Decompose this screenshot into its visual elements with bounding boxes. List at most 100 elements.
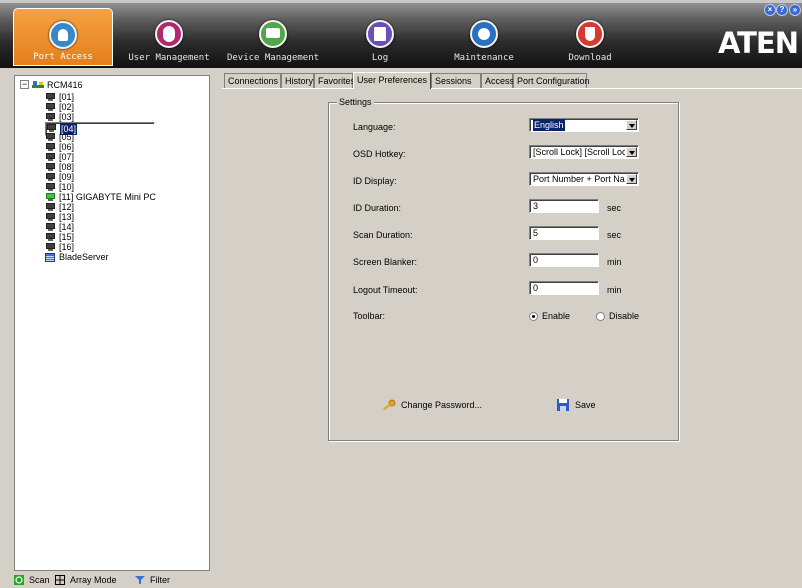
port-label: [01] bbox=[59, 92, 75, 102]
chevron-down-icon[interactable] bbox=[626, 147, 637, 157]
nav-label: Device Management bbox=[226, 53, 320, 63]
tab-user-preferences[interactable]: User Preferences bbox=[353, 72, 431, 89]
filter-icon bbox=[135, 576, 145, 584]
screen-blanker-input[interactable]: 0 bbox=[529, 253, 599, 267]
logout-timeout-input[interactable]: 0 bbox=[529, 281, 599, 295]
language-label: Language: bbox=[353, 122, 396, 132]
toolbar-disable-radio[interactable] bbox=[596, 312, 605, 321]
computer-icon bbox=[45, 103, 56, 111]
scan-icon bbox=[14, 575, 24, 585]
screen-blanker-label: Screen Blanker: bbox=[353, 257, 418, 267]
port-label: [13] bbox=[59, 212, 75, 222]
computer-icon bbox=[45, 143, 56, 151]
collapse-toggle[interactable]: − bbox=[20, 80, 29, 89]
port-label: [11] GIGABYTE Mini PC bbox=[59, 192, 156, 202]
download-icon bbox=[576, 20, 604, 48]
computer-icon bbox=[46, 124, 57, 132]
array-mode-label: Array Mode bbox=[70, 575, 117, 585]
scan-label: Scan bbox=[29, 575, 50, 585]
nav-port-access[interactable]: Port Access bbox=[13, 8, 113, 66]
tab-history[interactable]: History bbox=[281, 73, 314, 89]
network-icon bbox=[32, 81, 44, 88]
filter-label: Filter bbox=[150, 575, 170, 585]
log-icon bbox=[366, 20, 394, 48]
tab-sessions[interactable]: Sessions bbox=[431, 73, 481, 89]
settings-legend: Settings bbox=[337, 97, 374, 107]
nav-maintenance[interactable]: Maintenance bbox=[434, 8, 534, 66]
computer-icon bbox=[45, 203, 56, 211]
toolbar-disable-label[interactable]: Disable bbox=[609, 311, 639, 321]
nav-log[interactable]: Log bbox=[330, 8, 430, 66]
nav-device-management[interactable]: Device Management bbox=[223, 8, 323, 66]
computer-icon bbox=[45, 113, 56, 121]
blade-server-label: BladeServer bbox=[59, 252, 109, 262]
id-duration-input[interactable]: 3 bbox=[529, 199, 599, 213]
toolbar-label: Toolbar: bbox=[353, 311, 386, 321]
scan-duration-input[interactable]: 5 bbox=[529, 226, 599, 240]
computer-icon bbox=[45, 133, 56, 141]
tab-port-configuration[interactable]: Port Configuration bbox=[513, 73, 590, 89]
nav-download[interactable]: Download bbox=[540, 8, 640, 66]
computer-icon bbox=[45, 163, 56, 171]
port-label: [03] bbox=[59, 112, 75, 122]
logout-icon[interactable]: » bbox=[789, 4, 801, 16]
nav-label: Log bbox=[371, 53, 389, 63]
tab-access[interactable]: Access bbox=[481, 73, 514, 89]
screen-blanker-unit: min bbox=[607, 257, 622, 267]
change-password-label: Change Password... bbox=[401, 400, 483, 410]
computer-icon bbox=[45, 223, 56, 231]
tab-favorites[interactable]: Favorites bbox=[314, 73, 355, 89]
chevron-down-icon[interactable] bbox=[626, 174, 637, 184]
port-label: [14] bbox=[59, 222, 75, 232]
port-label: [08] bbox=[59, 162, 75, 172]
nav-label: User Management bbox=[128, 53, 210, 63]
save-label: Save bbox=[575, 400, 596, 410]
osd-hotkey-value: [Scroll Lock] [Scroll Loc bbox=[533, 147, 625, 157]
nav-label: Maintenance bbox=[454, 53, 514, 63]
top-toolbar: Port Access User Management Device Manag… bbox=[0, 0, 802, 68]
computer-icon bbox=[45, 173, 56, 181]
toolbar-enable-radio[interactable] bbox=[529, 312, 538, 321]
close-icon[interactable]: × bbox=[764, 4, 776, 16]
computer-icon bbox=[45, 93, 56, 101]
computer-icon bbox=[45, 243, 56, 251]
port-access-icon bbox=[49, 21, 77, 49]
id-display-value: Port Number + Port Nam bbox=[533, 174, 625, 184]
chevron-down-icon[interactable] bbox=[626, 120, 637, 130]
language-value: English bbox=[533, 119, 565, 131]
id-display-label: ID Display: bbox=[353, 176, 397, 186]
device-management-icon bbox=[259, 20, 287, 48]
tab-connections[interactable]: Connections bbox=[224, 73, 281, 89]
maintenance-icon bbox=[470, 20, 498, 48]
port-label: [07] bbox=[59, 152, 75, 162]
help-icon[interactable]: ? bbox=[776, 4, 788, 16]
tree-root-label: RCM416 bbox=[47, 80, 83, 90]
port-label: [10] bbox=[59, 182, 75, 192]
computer-icon bbox=[45, 183, 56, 191]
logout-timeout-label: Logout Timeout: bbox=[353, 285, 418, 295]
scan-duration-label: Scan Duration: bbox=[353, 230, 413, 240]
toolbar-enable-label[interactable]: Enable bbox=[542, 311, 570, 321]
id-duration-label: ID Duration: bbox=[353, 203, 402, 213]
aten-logo: ATEN bbox=[717, 26, 799, 60]
nav-label: Port Access bbox=[33, 52, 93, 62]
key-icon bbox=[383, 399, 396, 411]
port-label: [02] bbox=[59, 102, 75, 112]
port-label: [12] bbox=[59, 202, 75, 212]
port-label: [09] bbox=[59, 172, 75, 182]
osd-hotkey-label: OSD Hotkey: bbox=[353, 149, 406, 159]
osd-hotkey-select[interactable]: [Scroll Lock] [Scroll Loc bbox=[529, 145, 639, 159]
language-select[interactable]: English bbox=[529, 118, 639, 132]
logout-timeout-unit: min bbox=[607, 285, 622, 295]
port-label: [15] bbox=[59, 232, 75, 242]
computer-icon bbox=[45, 213, 56, 221]
computer-online-icon bbox=[45, 193, 56, 201]
port-tree[interactable]: − RCM416 [01] [02] [03] [04] [05] [06] [… bbox=[14, 75, 210, 571]
nav-user-management[interactable]: User Management bbox=[119, 8, 219, 66]
port-label: [06] bbox=[59, 142, 75, 152]
computer-icon bbox=[45, 233, 56, 241]
user-management-icon bbox=[155, 20, 183, 48]
id-display-select[interactable]: Port Number + Port Nam bbox=[529, 172, 639, 186]
id-duration-unit: sec bbox=[607, 203, 622, 213]
nav-label: Download bbox=[568, 53, 612, 63]
